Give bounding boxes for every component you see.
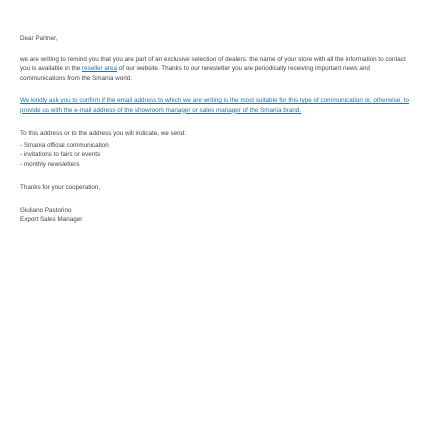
list-item: - invitations to fairs or events — [20, 151, 101, 158]
send-lead-text: To this address or to the address you wi… — [20, 130, 186, 137]
signature: Giuliano Pastorino Export Sales Manager — [20, 206, 413, 225]
signature-name: Giuliano Pastorino — [20, 206, 72, 214]
greeting: Dear Partner, — [20, 35, 58, 42]
list-item: - Smania official communication — [20, 141, 109, 149]
confirm-request-link[interactable]: We kindly ask you to confirm if the emai… — [20, 97, 409, 114]
intro-paragraph: we are writing to remind you that you ar… — [20, 55, 413, 84]
communication-list: - Smania official communication - invita… — [20, 141, 413, 170]
confirm-request-paragraph: We kindly ask you to confirm if the emai… — [20, 96, 413, 115]
reseller-area-link[interactable]: reseller area — [82, 65, 117, 72]
signature-role: Export Sales Manager — [20, 216, 83, 223]
email-body: Dear Partner, we are writing to remind y… — [0, 0, 433, 438]
list-item: - monthly newsletters — [20, 160, 80, 168]
thanks-line: Thanks for your cooperation, — [20, 184, 101, 191]
